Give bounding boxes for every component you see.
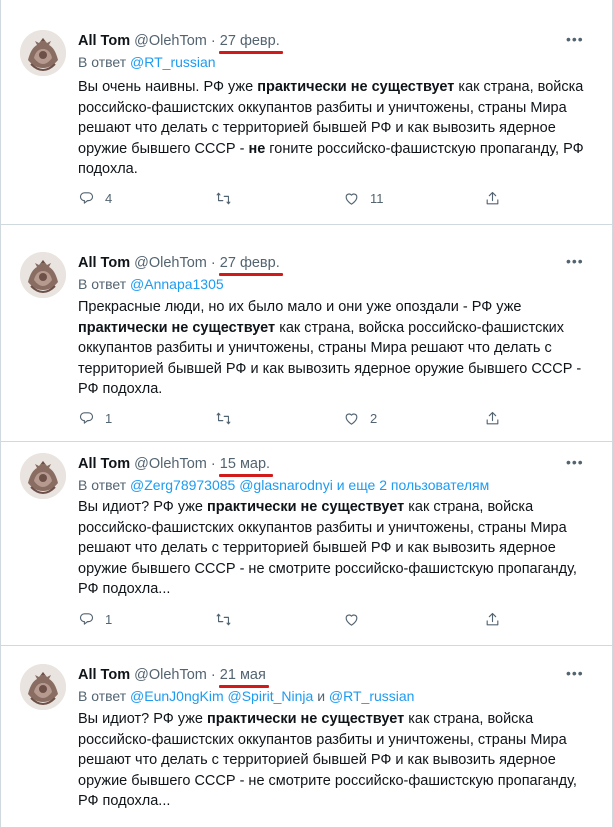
share-icon — [484, 190, 501, 207]
user-handle[interactable]: @OlehTom — [134, 255, 207, 271]
like-icon — [343, 611, 360, 628]
like-count: 2 — [370, 410, 378, 426]
more-icon[interactable]: ••• — [566, 32, 586, 46]
reply-icon — [78, 190, 95, 207]
tweet-text: Прекрасные люди, но их было мало и они у… — [78, 297, 598, 400]
like-count: 11 — [370, 190, 384, 206]
tweet-text-bold: практически не существует — [257, 79, 455, 95]
tweet-text-segment: Вы идиот? РФ уже — [78, 499, 208, 515]
like-icon — [343, 190, 360, 207]
timestamp-text: 21 мая — [219, 667, 266, 683]
share-button[interactable] — [484, 408, 501, 428]
timestamp-text: 15 мар. — [219, 456, 271, 472]
separator-dot: · — [210, 255, 216, 271]
reply-count: 4 — [105, 190, 113, 206]
share-button[interactable] — [484, 609, 501, 629]
divider — [0, 224, 613, 225]
tweet-text-segment: Вы идиот? РФ уже — [78, 711, 208, 727]
user-handle[interactable]: @OlehTom — [134, 667, 207, 683]
reply-prefix: В ответ — [78, 688, 127, 704]
tweet-text: Вы идиот? РФ уже практически не существу… — [78, 709, 598, 812]
display-name[interactable]: All Tom — [78, 255, 130, 271]
timestamp[interactable]: 21 мая — [218, 667, 269, 688]
display-name[interactable]: All Tom — [78, 33, 130, 49]
tweet-actions: 1 — [78, 609, 598, 629]
share-button[interactable] — [484, 188, 501, 208]
retweet-icon — [215, 611, 232, 628]
share-icon — [484, 410, 501, 427]
reply-prefix: В ответ — [78, 477, 127, 493]
tweet-text: Вы очень наивны. РФ уже практически не с… — [78, 77, 598, 180]
more-recipients-link[interactable]: и еще 2 пользователям — [333, 477, 490, 493]
separator-dot: · — [210, 456, 216, 472]
tweet-text-bold: не — [248, 140, 266, 157]
user-handle[interactable]: @OlehTom — [134, 456, 207, 472]
feed-left-border — [0, 0, 1, 827]
retweet-icon — [215, 410, 232, 427]
retweet-button[interactable] — [215, 408, 242, 428]
retweet-button[interactable] — [215, 609, 242, 629]
display-name[interactable]: All Tom — [78, 456, 130, 472]
tweet-text: Вы идиот? РФ уже практически не существу… — [78, 497, 598, 600]
reply-prefix: В ответ — [78, 54, 127, 70]
avatar[interactable] — [20, 453, 66, 499]
more-icon[interactable]: ••• — [566, 666, 586, 680]
tweet-header: All Tom @OlehTom · 15 мар. — [78, 456, 274, 477]
mention-conjunction: и — [313, 688, 329, 704]
tweet-text-bold: практически не существует — [207, 499, 405, 515]
separator-dot: · — [210, 33, 216, 49]
like-button[interactable]: 2 — [343, 408, 377, 428]
like-button[interactable] — [343, 609, 370, 629]
tweet-actions: 1 2 — [78, 408, 598, 428]
tweet-text-segment: Прекрасные люди, но их было мало и они у… — [78, 299, 522, 315]
reply-icon — [78, 410, 95, 427]
timestamp[interactable]: 27 февр. — [218, 33, 283, 54]
mention-link[interactable]: @Zerg78973085 @glasnarodnyi — [130, 477, 333, 493]
annotation-underline — [218, 51, 283, 54]
avatar[interactable] — [20, 252, 66, 298]
timestamp-text: 27 февр. — [219, 255, 280, 271]
reply-prefix: В ответ — [78, 276, 127, 292]
mention-link[interactable]: @EunJ0ngKim @Spirit_Ninja — [130, 688, 313, 704]
retweet-button[interactable] — [215, 188, 242, 208]
mention-link[interactable]: @Annapa1305 — [130, 276, 224, 292]
avatar[interactable] — [20, 664, 66, 710]
timestamp-text: 27 февр. — [219, 33, 280, 49]
avatar[interactable] — [20, 30, 66, 76]
replying-to: В ответ @EunJ0ngKim @Spirit_Ninja и @RT_… — [78, 688, 414, 704]
divider — [0, 645, 613, 646]
retweet-icon — [215, 190, 232, 207]
timestamp[interactable]: 27 февр. — [218, 255, 283, 276]
reply-count: 1 — [105, 611, 113, 627]
like-icon — [343, 410, 360, 427]
tweet-header: All Tom @OlehTom · 27 февр. — [78, 33, 283, 54]
separator-dot: · — [210, 667, 216, 683]
replying-to: В ответ @Annapa1305 — [78, 276, 224, 292]
like-button[interactable]: 11 — [343, 188, 384, 208]
user-handle[interactable]: @OlehTom — [134, 33, 207, 49]
reply-icon — [78, 611, 95, 628]
tweet-text-bold: практически не существует — [207, 711, 405, 727]
more-icon[interactable]: ••• — [566, 455, 586, 469]
replying-to: В ответ @Zerg78973085 @glasnarodnyi и ещ… — [78, 477, 489, 493]
reply-count: 1 — [105, 410, 113, 426]
tweet-text-bold: практически не существует — [78, 319, 276, 336]
divider — [0, 441, 613, 442]
tweet-feed: All Tom @OlehTom · 27 февр. ••• В ответ … — [0, 0, 613, 827]
mention-link[interactable]: @RT_russian — [329, 688, 415, 704]
share-icon — [484, 611, 501, 628]
timestamp[interactable]: 15 мар. — [218, 456, 274, 477]
more-icon[interactable]: ••• — [566, 254, 586, 268]
reply-button[interactable]: 1 — [78, 408, 112, 428]
tweet-header: All Tom @OlehTom · 27 февр. — [78, 255, 283, 276]
reply-button[interactable]: 4 — [78, 188, 112, 208]
tweet-header: All Tom @OlehTom · 21 мая — [78, 667, 269, 688]
replying-to: В ответ @RT_russian — [78, 54, 216, 70]
tweet-text-segment: Вы очень наивны. РФ уже — [78, 79, 258, 95]
annotation-underline — [218, 273, 283, 276]
mention-link[interactable]: @RT_russian — [130, 54, 216, 70]
display-name[interactable]: All Tom — [78, 667, 130, 683]
tweet-actions: 4 11 — [78, 188, 598, 208]
reply-button[interactable]: 1 — [78, 609, 112, 629]
